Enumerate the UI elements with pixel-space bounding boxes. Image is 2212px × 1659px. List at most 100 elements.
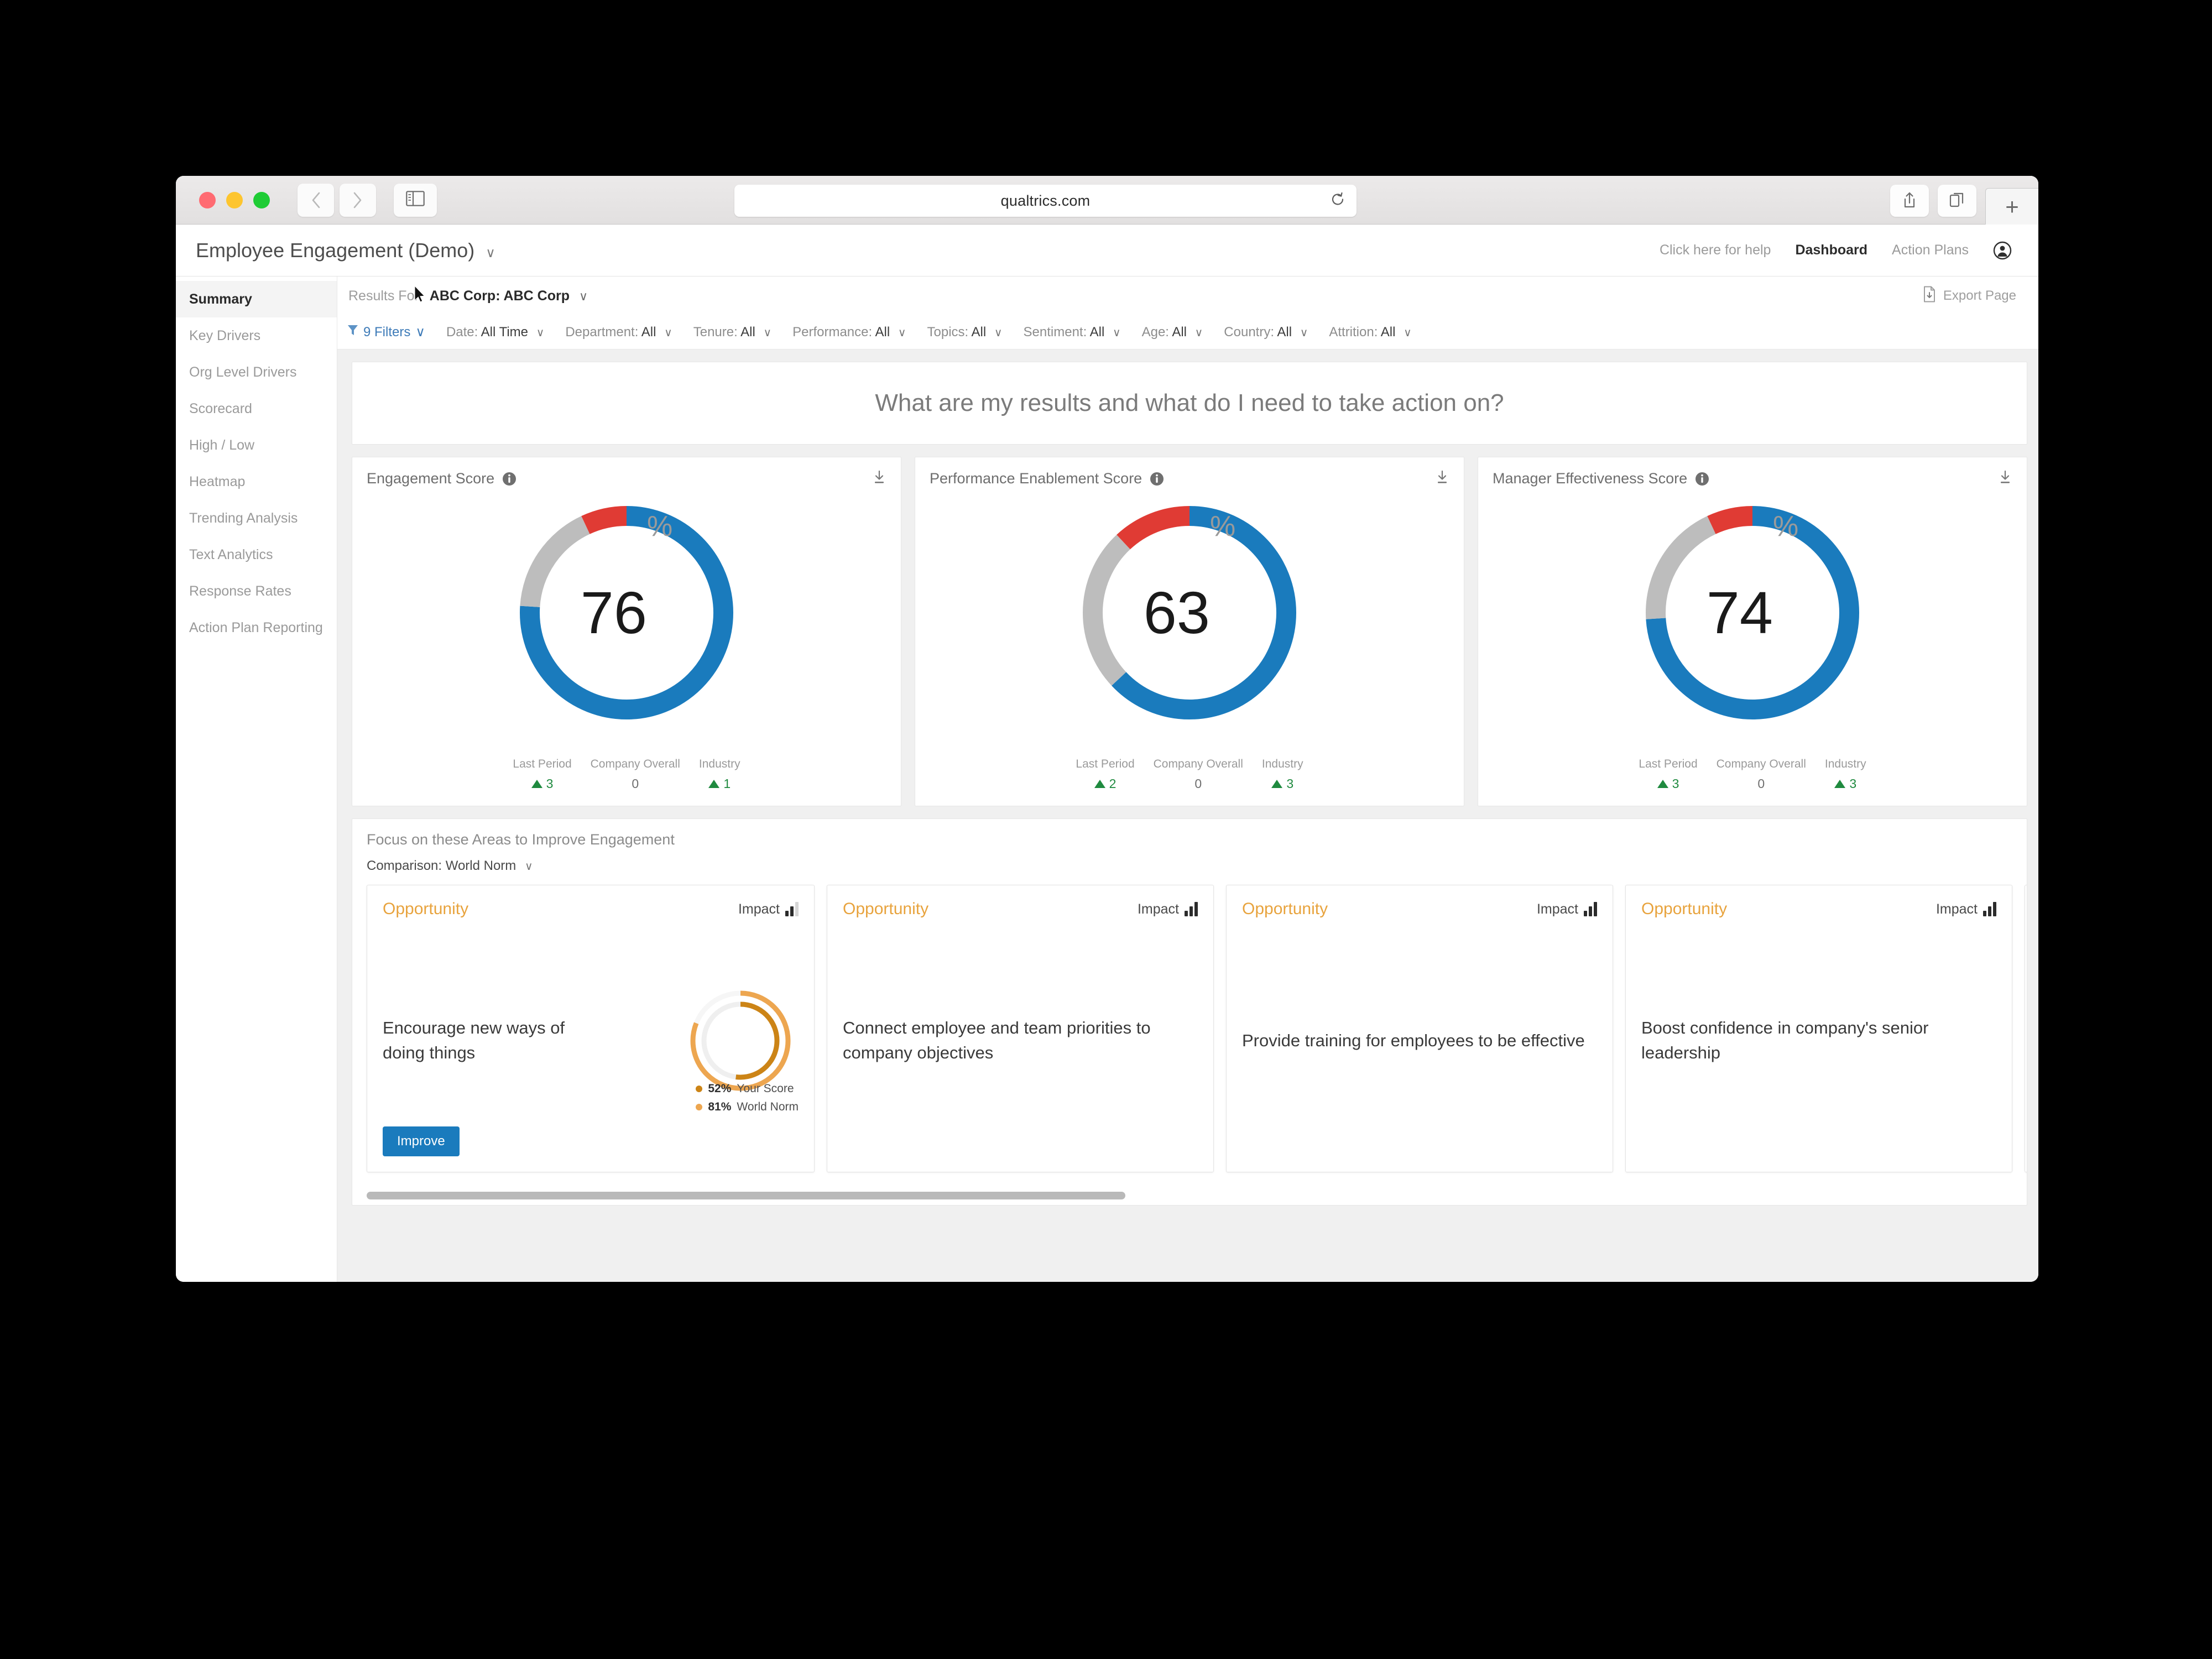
impact-bars-icon [785,902,799,916]
chevron-down-icon: ∨ [898,326,906,339]
opportunity-card[interactable]: Opportunity Impact Provide training for … [1226,885,1613,1172]
score-card-metrics: Last Period 2 Company Overall 0 Industry… [915,758,1464,791]
download-icon[interactable] [872,469,886,488]
sidebar-item-action-plan-reporting[interactable]: Action Plan Reporting [176,609,337,646]
impact-bars-icon [1185,902,1198,916]
filter-sentiment[interactable]: Sentiment: All ∨ [1024,325,1121,340]
opportunities-title: Focus on these Areas to Improve Engageme… [367,831,675,848]
sidebar-item-scorecard[interactable]: Scorecard [176,390,337,427]
browser-titlebar: qualtrics.com + [176,176,2038,225]
sidebar-item-trending-analysis[interactable]: Trending Analysis [176,500,337,536]
score-unit: % [1209,510,1236,542]
address-bar[interactable]: qualtrics.com [734,185,1357,217]
score-value: 63 [1143,579,1210,646]
tab-overview-button[interactable] [1938,185,1976,217]
sidebar-item-summary[interactable]: Summary [176,281,337,317]
opportunities-scrollbar[interactable] [367,1192,2016,1199]
browser-window: qualtrics.com + Employee Engagement (Dem… [176,176,2038,1282]
filter-country[interactable]: Country: All ∨ [1224,325,1308,340]
download-icon[interactable] [1435,469,1449,488]
chevron-left-icon [310,191,321,209]
sidebar-item-heatmap[interactable]: Heatmap [176,463,337,500]
filter-tenure[interactable]: Tenure: All ∨ [693,325,771,340]
filter-attrition[interactable]: Attrition: All ∨ [1329,325,1411,340]
filter-topics[interactable]: Topics: All ∨ [927,325,1003,340]
url-text: qualtrics.com [1000,192,1091,209]
sidebar-item-response-rates[interactable]: Response Rates [176,573,337,609]
score-card-performance-enablement: Performance Enablement Score 63 % Last P… [915,457,1464,806]
opportunity-card[interactable]: Opportunity Impact Clarify employees' ca… [2025,885,2027,1172]
opportunity-card-body: Connect employee and team priorities to … [843,924,1198,1157]
legend-dot-your-score [696,1086,703,1092]
sidebar-item-org-level-drivers[interactable]: Org Level Drivers [176,354,337,390]
reload-button[interactable] [1330,192,1345,210]
export-page-button[interactable]: Export Page [1922,286,2038,306]
opportunity-card-body: Encourage new ways of doing things [383,924,799,1157]
sidebar-toggle-button[interactable] [394,183,437,217]
info-icon[interactable] [502,472,517,486]
opportunities-carousel[interactable]: Opportunity Impact Encourage new ways of… [367,885,2027,1172]
impact-indicator: Impact [738,901,799,917]
metric-label: Last Period [513,758,572,770]
share-button[interactable] [1890,185,1929,217]
sidebar-item-text-analytics[interactable]: Text Analytics [176,536,337,573]
sidebar-item-label: Key Drivers [189,327,261,343]
chevron-down-icon: ∨ [763,326,772,339]
opportunity-badge: Opportunity [1641,900,1728,918]
impact-bars-icon [1983,902,1996,916]
opportunity-card[interactable]: Opportunity Impact Boost confidence in c… [1625,885,2012,1172]
filter-date[interactable]: Date: All Time ∨ [446,325,544,340]
chevron-down-icon: ∨ [1300,326,1308,339]
new-tab-button[interactable]: + [1985,188,2038,225]
results-for-bar: Results For: ABC Corp: ABC Corp ∨ Export… [337,276,2038,315]
filter-department[interactable]: Department: All ∨ [565,325,672,340]
reload-icon [1330,192,1345,210]
chevron-down-icon: ∨ [524,860,533,873]
triangle-up-icon [1094,780,1105,788]
nav-action-plans[interactable]: Action Plans [1892,242,1969,258]
opportunity-text: Connect employee and team priorities to … [843,1018,1151,1062]
score-card-header: Manager Effectiveness Score [1478,457,2027,488]
info-icon[interactable] [1150,472,1164,486]
results-for-selector[interactable]: ABC Corp: ABC Corp ∨ [430,288,588,304]
app-body: Summary Key Drivers Org Level Drivers Sc… [176,276,2038,1282]
nav-dashboard[interactable]: Dashboard [1795,242,1867,258]
metric-value: 3 [1672,776,1679,791]
filter-performance[interactable]: Performance: All ∨ [792,325,906,340]
opportunities-section: Focus on these Areas to Improve Engageme… [352,818,2027,1206]
filters-count-button[interactable]: 9 Filters ∨ [347,324,425,340]
sidebar-item-high-low[interactable]: High / Low [176,427,337,463]
maximize-window-button[interactable] [253,191,270,208]
metric-company-overall: Company Overall 0 [591,758,680,791]
metric-label: Company Overall [1716,758,1806,770]
opportunity-card[interactable]: Opportunity Impact Encourage new ways of… [367,885,815,1172]
back-button[interactable] [298,183,334,217]
metric-company-overall: Company Overall 0 [1717,758,1806,791]
forward-button[interactable] [340,183,376,217]
download-icon[interactable] [1998,469,2012,488]
opportunity-card-body: Provide training for employees to be eff… [1242,924,1597,1157]
score-card-header: Performance Enablement Score [915,457,1464,488]
close-window-button[interactable] [199,191,216,208]
info-icon[interactable] [1695,472,1709,486]
sidebar-item-key-drivers[interactable]: Key Drivers [176,317,337,354]
metric-value-wrap: 3 [513,776,571,791]
opportunity-card[interactable]: Opportunity Impact Connect employee and … [827,885,1214,1172]
filter-value: All [1380,324,1396,340]
user-avatar-icon[interactable] [1993,241,2012,260]
your-score-value: 52% [708,1082,732,1095]
metric-label: Industry [698,758,740,770]
minimize-window-button[interactable] [226,191,243,208]
scrollbar-thumb[interactable] [367,1192,1125,1199]
filter-age[interactable]: Age: All ∨ [1142,325,1203,340]
improve-button[interactable]: Improve [383,1126,460,1156]
opportunity-card-header: Opportunity Impact [1242,900,1597,919]
filter-name: Attrition [1329,324,1374,340]
chevron-down-icon: ∨ [536,326,545,339]
opportunity-badge: Opportunity [1242,900,1328,918]
filter-name: Sentiment [1023,324,1083,340]
metric-value: 0 [1757,776,1765,791]
comparison-selector[interactable]: Comparison: World Norm ∨ [367,858,2027,874]
dashboard-title-menu[interactable]: Employee Engagement (Demo) ∨ [196,239,495,262]
help-link[interactable]: Click here for help [1660,242,1771,258]
